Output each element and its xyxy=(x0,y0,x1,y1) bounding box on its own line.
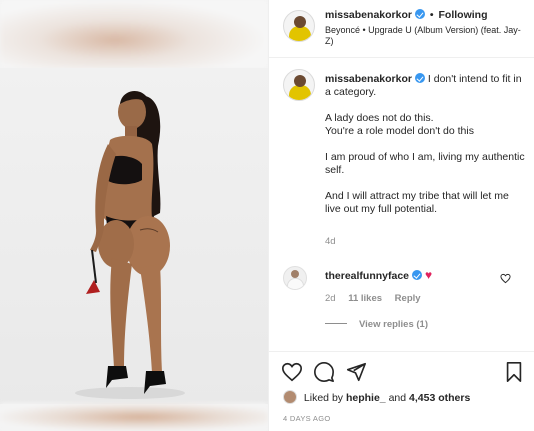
blurred-previous-media xyxy=(0,0,268,68)
post-actions: Liked by hephie_ and 4,453 others 4 DAYS… xyxy=(269,351,534,431)
heart-outline-icon[interactable] xyxy=(281,361,303,383)
separator-dot: • xyxy=(429,9,434,21)
liker-avatar[interactable] xyxy=(283,390,297,404)
comment-meta: 2d 11 likes Reply xyxy=(325,293,431,304)
comment-age: 2d xyxy=(325,293,336,304)
author-username[interactable]: missabenakorkor xyxy=(325,9,412,21)
comment-like-heart-icon[interactable] xyxy=(500,273,511,284)
replies-divider-line xyxy=(325,323,347,324)
comment-likes-count[interactable]: 11 likes xyxy=(348,293,382,304)
caption-line-4: And I will attract my tribe that will le… xyxy=(325,190,509,215)
caption-line-3: I am proud of who I am, living my authen… xyxy=(325,151,525,176)
comment-bubble-icon[interactable] xyxy=(313,361,335,383)
blurred-next-media xyxy=(0,403,268,431)
post-photo[interactable] xyxy=(0,68,268,404)
caption-username[interactable]: missabenakorkor xyxy=(325,73,412,85)
post-header: missabenakorkor • Following Beyoncé • Up… xyxy=(269,0,534,58)
commenter-username[interactable]: therealfunnyface xyxy=(325,270,409,282)
caption-author-avatar[interactable] xyxy=(283,69,315,101)
verified-badge-icon xyxy=(414,73,425,83)
liker-username[interactable]: hephie_ xyxy=(346,392,386,404)
commenter-avatar[interactable] xyxy=(283,266,307,290)
post-side-panel: missabenakorkor • Following Beyoncé • Up… xyxy=(268,0,534,431)
caption-line-2a: A lady does not do this. xyxy=(325,112,434,124)
reply-button[interactable]: Reply xyxy=(395,293,421,304)
liked-by-prefix: Liked by xyxy=(303,392,344,404)
paper-plane-icon[interactable] xyxy=(345,361,367,383)
post-media[interactable] xyxy=(0,0,268,431)
author-line: missabenakorkor • Following xyxy=(325,9,488,21)
verified-badge-icon xyxy=(412,270,423,280)
following-button[interactable]: Following xyxy=(439,9,488,21)
comment-line: therealfunnyface ♥ xyxy=(325,268,432,282)
bookmark-icon[interactable] xyxy=(503,361,525,383)
caption-text: missabenakorkor I don't intend to fit in… xyxy=(325,73,525,229)
author-avatar[interactable] xyxy=(283,10,315,42)
caption-age: 4d xyxy=(325,236,336,247)
caption-line-2b: You're a role model don't do this xyxy=(325,125,474,137)
post-timestamp: 4 DAYS AGO xyxy=(283,414,331,423)
audio-track-link[interactable]: Beyoncé • Upgrade U (Album Version) (fea… xyxy=(325,25,525,47)
view-replies-label: View replies (1) xyxy=(359,319,428,330)
others-count-link[interactable]: 4,453 others xyxy=(409,392,470,404)
likes-summary: Liked by hephie_ and 4,453 others xyxy=(283,390,470,404)
liked-by-connector: and xyxy=(388,392,407,404)
instagram-post-view: missabenakorkor • Following Beyoncé • Up… xyxy=(0,0,534,431)
woman-portrait-illustration xyxy=(75,90,185,399)
red-heart-emoji-icon: ♥ xyxy=(425,268,433,282)
view-replies-button[interactable]: View replies (1) xyxy=(325,319,428,330)
verified-badge-icon xyxy=(414,9,425,19)
